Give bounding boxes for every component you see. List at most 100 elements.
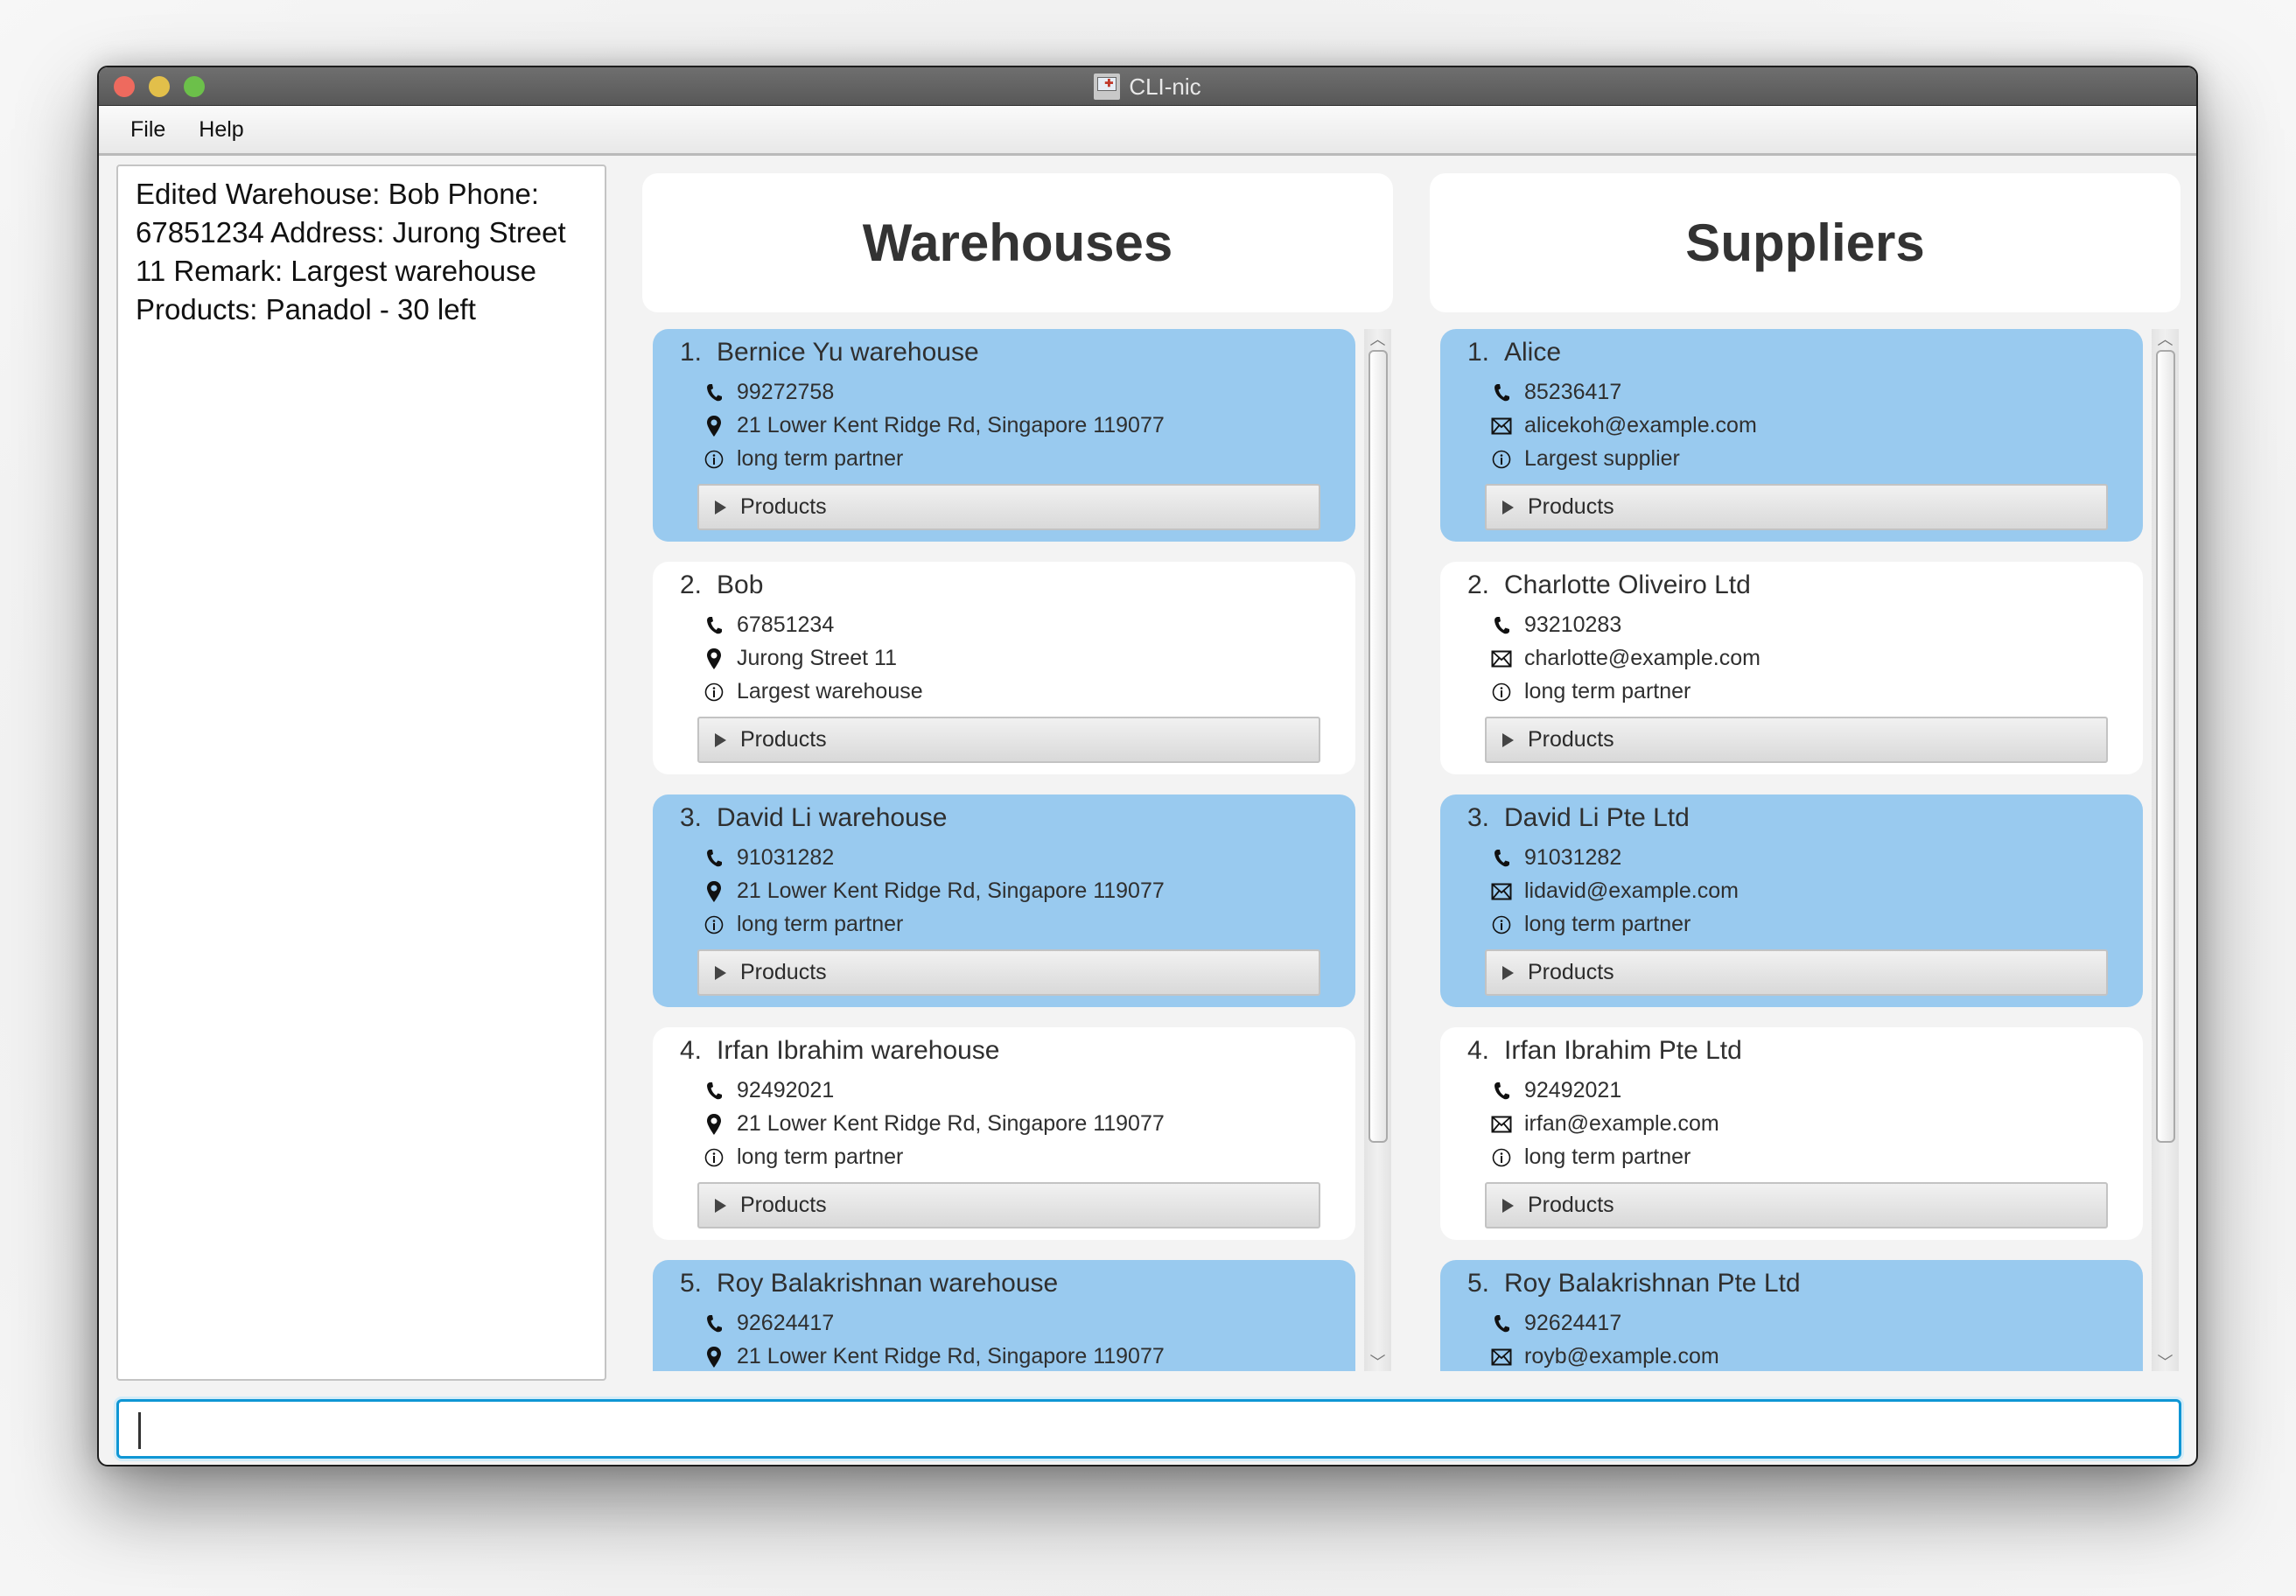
app-icon: ✚ xyxy=(1094,74,1121,100)
card-index: 4. xyxy=(1467,1036,1490,1065)
email-value: irfan@example.com xyxy=(1524,1111,1719,1136)
card-name: Bernice Yu warehouse xyxy=(717,338,979,367)
card-title: 4. Irfan Ibrahim Pte Ltd xyxy=(1467,1036,1742,1066)
address-value: 21 Lower Kent Ridge Rd, Singapore 119077 xyxy=(737,1111,1165,1136)
products-toggle-button[interactable]: Products xyxy=(697,484,1320,530)
card-index: 5. xyxy=(680,1269,703,1298)
title-bar: ✚ CLI-nic xyxy=(99,67,2196,106)
suppliers-card[interactable]: 3. David Li Pte Ltd 91031282 lidavid@exampl… xyxy=(1440,794,2143,1007)
products-toggle-button[interactable]: Products xyxy=(1485,949,2108,996)
email-value: lidavid@example.com xyxy=(1524,878,1739,903)
email-row: irfan@example.com xyxy=(1491,1111,1719,1137)
remark-row: long term partner xyxy=(704,912,903,937)
app-window: ✚ CLI-nic File Help Edited Warehouse: Bo… xyxy=(97,66,2198,1466)
suppliers-card[interactable]: 4. Irfan Ibrahim Pte Ltd 92492021 irfan@exa… xyxy=(1440,1027,2143,1240)
expand-triangle-icon xyxy=(1502,732,1514,747)
phone-value: 85236417 xyxy=(1524,380,1622,404)
info-icon xyxy=(704,682,724,703)
warehouses-card[interactable]: 3. David Li warehouse 91031282 21 Lower Ken… xyxy=(653,794,1355,1007)
warehouses-card[interactable]: 2. Bob 67851234 Jurong Street 11 Largest war… xyxy=(653,562,1355,774)
email-icon xyxy=(1491,1347,1512,1368)
menu-help[interactable]: Help xyxy=(199,117,243,143)
remark-value: long term partner xyxy=(737,446,904,471)
phone-row: 92492021 xyxy=(704,1078,834,1103)
card-title: 1. Bernice Yu warehouse xyxy=(680,338,979,368)
result-text: Edited Warehouse: Bob Phone: 67851234 Ad… xyxy=(136,178,566,326)
remark-value: long term partner xyxy=(1524,679,1691,704)
phone-row: 92492021 xyxy=(1491,1078,1621,1103)
products-label: Products xyxy=(1528,494,1614,519)
expand-triangle-icon xyxy=(715,732,726,747)
menu-file[interactable]: File xyxy=(130,117,165,143)
address-value: 21 Lower Kent Ridge Rd, Singapore 119077 xyxy=(737,878,1165,903)
phone-row: 85236417 xyxy=(1491,380,1621,405)
products-toggle-button[interactable]: Products xyxy=(1485,484,2108,530)
card-title: 2. Charlotte Oliveiro Ltd xyxy=(1467,570,1751,600)
phone-icon xyxy=(1491,382,1512,403)
phone-icon xyxy=(704,848,724,869)
location-pin-icon xyxy=(704,648,724,669)
products-toggle-button[interactable]: Products xyxy=(697,1182,1320,1228)
suppliers-title: Suppliers xyxy=(1685,214,1925,272)
warehouses-card[interactable]: 1. Bernice Yu warehouse 99272758 21 Lower K… xyxy=(653,329,1355,542)
scroll-up-arrow-icon[interactable]: ︿ xyxy=(1364,329,1391,348)
scroll-up-arrow-icon[interactable]: ︿ xyxy=(2152,329,2179,348)
email-value: royb@example.com xyxy=(1524,1344,1719,1368)
result-display[interactable]: Edited Warehouse: Bob Phone: 67851234 Ad… xyxy=(116,164,606,1381)
supplier-list-scrollbar[interactable]: ︿ ﹀ xyxy=(2152,329,2179,1371)
card-name: David Li warehouse xyxy=(717,803,948,832)
location-pin-icon xyxy=(704,415,724,437)
phone-icon xyxy=(704,1313,724,1334)
products-toggle-button[interactable]: Products xyxy=(1485,717,2108,763)
suppliers-card[interactable]: 1. Alice 85236417 alicekoh@example.com Large… xyxy=(1440,329,2143,542)
text-caret xyxy=(138,1412,141,1449)
command-input[interactable] xyxy=(119,1402,2179,1456)
command-box[interactable] xyxy=(116,1399,2181,1459)
card-name: Irfan Ibrahim warehouse xyxy=(717,1036,1000,1065)
card-index: 2. xyxy=(1467,570,1490,599)
info-icon xyxy=(1491,914,1512,935)
warehouses-card[interactable]: 4. Irfan Ibrahim warehouse 92492021 21 Lowe… xyxy=(653,1027,1355,1240)
expand-triangle-icon xyxy=(715,965,726,980)
card-name: Alice xyxy=(1504,338,1562,367)
expand-triangle-icon xyxy=(1502,1198,1514,1213)
phone-value: 91031282 xyxy=(737,845,835,870)
remark-row: Largest warehouse xyxy=(704,679,923,704)
warehouses-card[interactable]: 5. Roy Balakrishnan warehouse 92624417 21 L… xyxy=(653,1260,1355,1371)
location-pin-icon xyxy=(704,1346,724,1368)
expand-triangle-icon xyxy=(715,500,726,514)
info-icon xyxy=(1491,1147,1512,1168)
phone-value: 92492021 xyxy=(1524,1078,1622,1102)
suppliers-card[interactable]: 2. Charlotte Oliveiro Ltd 93210283 charlott… xyxy=(1440,562,2143,774)
info-icon xyxy=(704,449,724,470)
card-name: Roy Balakrishnan Pte Ltd xyxy=(1504,1269,1801,1298)
info-icon xyxy=(704,914,724,935)
phone-value: 92624417 xyxy=(737,1311,835,1335)
location-pin-icon xyxy=(704,880,724,902)
remark-value: long term partner xyxy=(737,1144,904,1169)
warehouse-list[interactable]: 1. Bernice Yu warehouse 99272758 21 Lower K… xyxy=(653,329,1355,1371)
scroll-down-arrow-icon[interactable]: ﹀ xyxy=(1364,1352,1391,1371)
scroll-down-arrow-icon[interactable]: ﹀ xyxy=(2152,1352,2179,1371)
warehouse-scroll-thumb[interactable] xyxy=(1368,350,1388,1143)
address-row: 21 Lower Kent Ridge Rd, Singapore 119077 xyxy=(704,1344,1165,1369)
expand-triangle-icon xyxy=(1502,500,1514,514)
medical-cross-icon: ✚ xyxy=(1104,77,1114,89)
supplier-scroll-thumb[interactable] xyxy=(2156,350,2175,1143)
phone-row: 92624417 xyxy=(704,1311,834,1336)
products-toggle-button[interactable]: Products xyxy=(697,949,1320,996)
products-label: Products xyxy=(1528,1193,1614,1217)
address-value: 21 Lower Kent Ridge Rd, Singapore 119077 xyxy=(737,1344,1165,1368)
phone-value: 91031282 xyxy=(1524,845,1622,870)
warehouse-list-scrollbar[interactable]: ︿ ﹀ xyxy=(1364,329,1391,1371)
card-title: 3. David Li Pte Ltd xyxy=(1467,803,1690,833)
address-row: 21 Lower Kent Ridge Rd, Singapore 119077 xyxy=(704,1111,1165,1137)
products-toggle-button[interactable]: Products xyxy=(1485,1182,2108,1228)
supplier-list[interactable]: 1. Alice 85236417 alicekoh@example.com Large… xyxy=(1440,329,2143,1371)
card-index: 2. xyxy=(680,570,703,599)
email-row: charlotte@example.com xyxy=(1491,646,1760,671)
suppliers-card[interactable]: 5. Roy Balakrishnan Pte Ltd 92624417 royb@e… xyxy=(1440,1260,2143,1371)
email-icon xyxy=(1491,416,1512,437)
products-toggle-button[interactable]: Products xyxy=(697,717,1320,763)
products-label: Products xyxy=(740,1193,827,1217)
